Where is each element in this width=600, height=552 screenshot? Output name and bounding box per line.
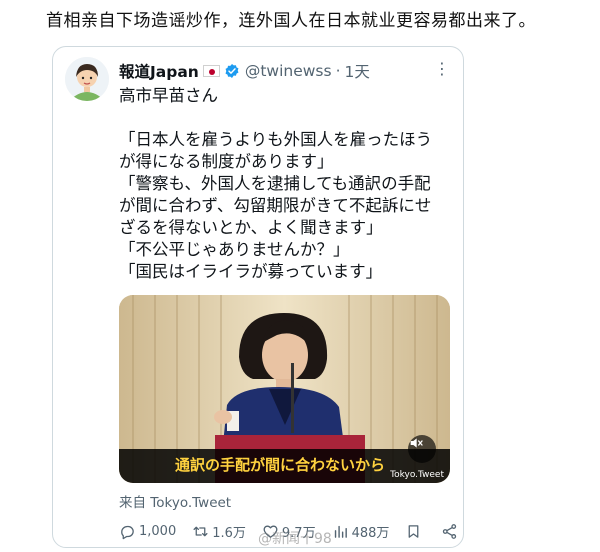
tweet-text-line: 「警察も、外国人を逮捕しても通訳の手配 (119, 174, 431, 193)
reply-count: 1,000 (139, 523, 177, 539)
timestamp[interactable]: 1天 (345, 60, 370, 82)
tweet-text: 高市早苗さん 「日本人を雇うよりも外国人を雇ったほう が得になる制度があります」… (119, 85, 449, 283)
tweet-text-line: ざるを得ないとか、よく聞きます」 (119, 218, 383, 237)
tweet-text-line: が間に合わず、勾留期限がきて不起訴にせ (119, 196, 432, 215)
user-handle[interactable]: @twinewss (245, 62, 332, 80)
reply-icon (121, 525, 134, 539)
weibo-watermark: @新闻十98 (258, 531, 332, 547)
post-headline: 首相亲自下场造谣炒作，连外国人在日本就业更容易都出来了。 (46, 11, 536, 31)
bookmark-icon (409, 524, 419, 538)
video-subtitle: 通訳の手配が間に合わないから (175, 456, 386, 474)
retweet-button[interactable]: 1.6万 (192, 522, 246, 541)
video-source-tag: Tokyo.Tweet (390, 470, 444, 480)
view-count: 488万 (351, 525, 390, 541)
bookmark-button[interactable] (405, 523, 425, 540)
tweet-text-line: 「不公平じゃありませんか？」 (119, 240, 350, 259)
tweet-text-line: 「国民はイライラが募っています」 (119, 262, 383, 281)
separator-dot: · (335, 62, 341, 80)
reply-button[interactable]: 1,000 (119, 523, 176, 540)
share-button[interactable] (441, 523, 461, 540)
tweet-source[interactable]: 来自 Tokyo.Tweet (119, 491, 231, 511)
verified-badge-icon (225, 64, 239, 78)
retweet-icon (193, 526, 208, 536)
views-button[interactable]: 488万 (332, 522, 390, 541)
tweet-text-line: 高市早苗さん (119, 86, 218, 105)
embedded-tweet-card[interactable]: 報道Japan @twinewss · 1天 ⋮ 高市早苗さん 「日本人を雇うよ… (52, 46, 464, 548)
tweet-text-line: が得になる制度があります」 (119, 152, 334, 171)
video-subtitle-bar: 通訳の手配が間に合わないから Tokyo.Tweet (119, 449, 450, 483)
tweet-text-line: 「日本人を雇うよりも外国人を雇ったほう (119, 130, 433, 149)
share-icon (443, 523, 457, 539)
display-name[interactable]: 報道Japan (119, 60, 199, 82)
avatar-cartoon-icon (65, 57, 109, 101)
japan-flag-icon (202, 65, 220, 77)
video-player[interactable]: 通訳の手配が間に合わないから Tokyo.Tweet (119, 295, 450, 483)
views-chart-icon (334, 525, 347, 538)
retweet-count: 1.6万 (212, 525, 246, 541)
avatar[interactable] (65, 57, 109, 101)
tweet-header: 報道Japan @twinewss · 1天 ⋮ (119, 59, 453, 83)
more-options-icon[interactable]: ⋮ (434, 59, 451, 78)
